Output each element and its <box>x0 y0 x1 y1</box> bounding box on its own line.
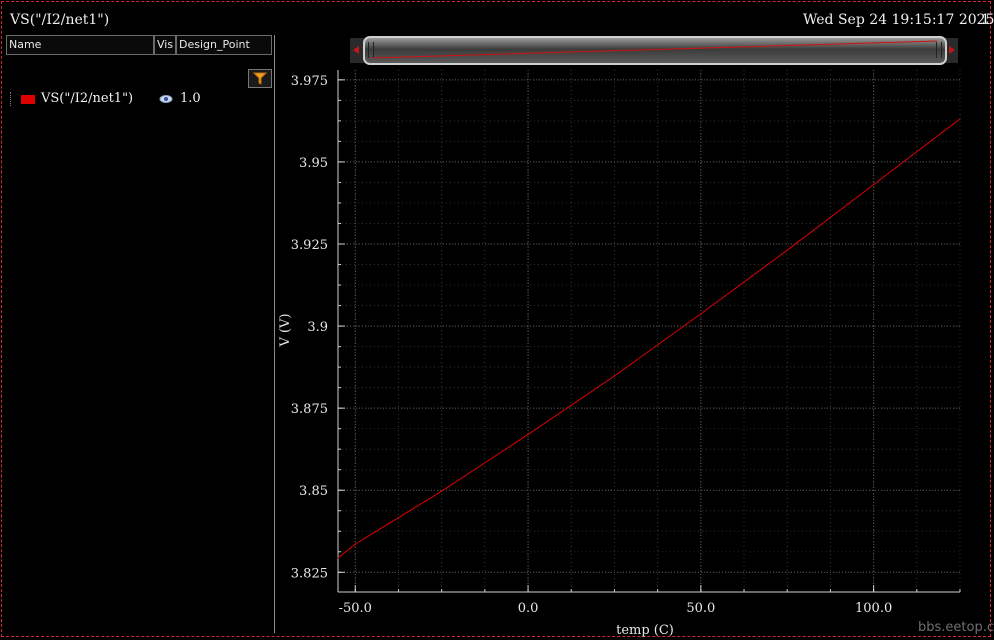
x-axis-label: temp (C) <box>616 623 674 638</box>
y-tick-label: 3.925 <box>291 238 328 253</box>
y-tick-label: 3.825 <box>291 566 328 581</box>
data-point <box>786 249 788 251</box>
data-point <box>873 183 875 186</box>
data-point <box>337 557 339 559</box>
plot-area[interactable]: -50.0 0.0 50.0 100.0 3.825 3.85 3.875 3.9 3.925 3… <box>0 0 994 640</box>
watermark: bbs.eetop.cn <box>918 620 994 635</box>
x-tick-label: 50.0 <box>686 601 715 616</box>
data-point <box>959 118 961 120</box>
data-point <box>354 543 356 545</box>
y-axis-label: V (V) <box>278 313 293 347</box>
x-tick-label: -50.0 <box>339 601 372 616</box>
data-point <box>613 375 616 377</box>
series-line[interactable] <box>337 118 961 559</box>
y-tick-label: 3.975 <box>291 74 328 89</box>
y-tick-label: 3.875 <box>291 402 328 417</box>
x-tick-label: 0.0 <box>518 601 539 616</box>
x-tick-label: 100.0 <box>855 601 892 616</box>
y-tick-label: 3.9 <box>307 320 328 335</box>
data-point <box>700 313 702 315</box>
data-point <box>441 490 443 492</box>
y-tick-label: 3.95 <box>299 156 328 171</box>
data-point <box>527 433 529 436</box>
y-tick-label: 3.85 <box>299 484 328 499</box>
